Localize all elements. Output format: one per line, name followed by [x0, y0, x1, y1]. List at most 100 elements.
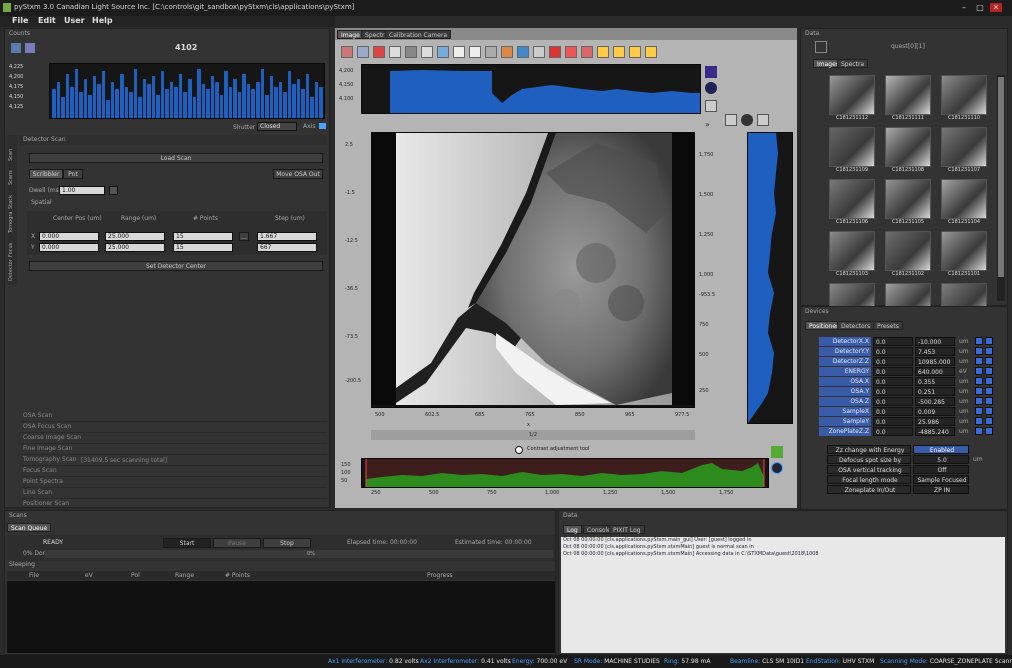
link-button[interactable]: …: [239, 232, 249, 241]
device-stop-button[interactable]: [975, 347, 983, 355]
colormap-icon[interactable]: [705, 66, 717, 78]
toolbar-tool-icon[interactable]: [613, 46, 625, 58]
thumbnail-item[interactable]: C181231103: [829, 231, 875, 281]
device-setpoint[interactable]: 0.0: [873, 407, 913, 416]
thumbnail-image[interactable]: [941, 231, 987, 271]
set-detector-center-button[interactable]: Set Detector Center: [29, 261, 323, 271]
device-setpoint[interactable]: 0.0: [873, 337, 913, 346]
thumbnail-image[interactable]: [941, 75, 987, 115]
thumbnail-item[interactable]: C181231102: [885, 231, 931, 281]
toolbar-tool-icon[interactable]: [405, 46, 417, 58]
toolbar-tool-icon[interactable]: [597, 46, 609, 58]
log-textarea[interactable]: Oct 08 00:00:00 [cls.applications.pyStxm…: [561, 537, 1005, 653]
pnt-button[interactable]: Pnt: [63, 169, 83, 179]
tab-image[interactable]: Image: [337, 30, 364, 39]
hist-tool-icon[interactable]: [771, 446, 783, 458]
device-details-button[interactable]: [985, 377, 993, 385]
device-setpoint[interactable]: 0.0: [873, 357, 913, 366]
toolbar-tool-icon[interactable]: [501, 46, 513, 58]
device-stop-button[interactable]: [975, 337, 983, 345]
doc-icon[interactable]: [705, 100, 717, 112]
dwell-input[interactable]: 1.00: [59, 186, 105, 195]
thumbnail-item[interactable]: C181231109: [829, 127, 875, 177]
menu-file[interactable]: File: [12, 16, 28, 25]
device-stop-button[interactable]: [975, 387, 983, 395]
stop-button[interactable]: Stop: [263, 538, 311, 548]
thumbnail-item[interactable]: C181231108: [885, 127, 931, 177]
contrast-icon[interactable]: [705, 82, 717, 94]
device-stop-button[interactable]: [975, 377, 983, 385]
thumbnail-item[interactable]: C181231107: [941, 127, 987, 177]
setting-value[interactable]: Sample Focused: [913, 475, 969, 484]
move-osa-out-button[interactable]: Move OSA Out: [273, 169, 323, 179]
hist-contrast-icon[interactable]: [771, 462, 783, 474]
thumbnail-item[interactable]: C181231106: [829, 179, 875, 229]
side-tab-tomography[interactable]: Tomography: [8, 211, 16, 233]
thumbnail-image[interactable]: [829, 75, 875, 115]
scan-list-item[interactable]: Line Scan: [21, 488, 327, 499]
device-setpoint[interactable]: 0.0: [873, 367, 913, 376]
scan-list-item[interactable]: Tomography Scan: [21, 455, 327, 466]
step-x-input[interactable]: 1.667: [257, 232, 317, 241]
record-icon[interactable]: [25, 43, 35, 53]
menu-user[interactable]: User: [64, 16, 85, 25]
setting-value[interactable]: 5.0: [913, 455, 969, 464]
side-tab-scans[interactable]: Scans: [8, 163, 16, 185]
thumbnail-item[interactable]: C181231112: [829, 75, 875, 125]
step-y-input[interactable]: 667: [257, 243, 317, 252]
toolbar-tool-icon[interactable]: [357, 46, 369, 58]
thumbnail-image[interactable]: [885, 179, 931, 219]
device-details-button[interactable]: [985, 387, 993, 395]
toolbar-tool-icon[interactable]: [453, 46, 465, 58]
thumbnail-image[interactable]: [885, 75, 931, 115]
tab-scan-queue[interactable]: Scan Queue: [7, 523, 52, 532]
device-stop-button[interactable]: [975, 397, 983, 405]
scan-list-item[interactable]: Coarse Image Scan: [21, 433, 327, 444]
close-button[interactable]: ✕: [990, 3, 1002, 12]
device-setpoint[interactable]: 0.0: [873, 427, 913, 436]
toolbar-tool-icon[interactable]: [373, 46, 385, 58]
thumbnail-item[interactable]: C181231111: [885, 75, 931, 125]
gradient-icon[interactable]: [741, 114, 753, 126]
thumbnail-image[interactable]: [829, 231, 875, 271]
device-details-button[interactable]: [985, 407, 993, 415]
device-stop-button[interactable]: [975, 417, 983, 425]
thumbnail-item[interactable]: C181231110: [941, 75, 987, 125]
thumbnail-image[interactable]: [829, 127, 875, 167]
side-tab-focus[interactable]: Focus: [8, 235, 16, 257]
save-icon[interactable]: [757, 114, 769, 126]
points-x-input[interactable]: 15: [173, 232, 233, 241]
thumbnail-item[interactable]: C181231104: [941, 179, 987, 229]
menu-help[interactable]: Help: [92, 16, 113, 25]
toolbar-tool-icon[interactable]: [517, 46, 529, 58]
pause-button[interactable]: Pause: [213, 538, 261, 548]
toolbar-tool-icon[interactable]: [389, 46, 401, 58]
side-tab-scan[interactable]: Scan: [8, 139, 16, 161]
device-details-button[interactable]: [985, 347, 993, 355]
tab-detectors[interactable]: Detectors: [837, 321, 875, 330]
scan-list-item[interactable]: Point Spectra: [21, 477, 327, 488]
center-x-input[interactable]: 0.000: [39, 232, 99, 241]
thumbnail-image[interactable]: [941, 127, 987, 167]
device-stop-button[interactable]: [975, 367, 983, 375]
toolbar-tool-icon[interactable]: [629, 46, 641, 58]
toolbar-tool-icon[interactable]: [533, 46, 545, 58]
scan-list-item[interactable]: Positioner Scan: [21, 499, 327, 510]
maximize-button[interactable]: □: [974, 3, 986, 12]
setting-value[interactable]: Off: [913, 465, 969, 474]
minimize-button[interactable]: –: [958, 3, 970, 12]
thumbnail-image[interactable]: [885, 231, 931, 271]
toolbar-tool-icon[interactable]: [341, 46, 353, 58]
dwell-spin[interactable]: [109, 186, 118, 195]
tab-presets[interactable]: Presets: [873, 321, 903, 330]
folder-icon[interactable]: [815, 41, 827, 53]
toolbar-tool-icon[interactable]: [565, 46, 577, 58]
device-details-button[interactable]: [985, 367, 993, 375]
points-y-input[interactable]: 15: [173, 243, 233, 252]
device-setpoint[interactable]: 0.0: [873, 347, 913, 356]
thumb-scrollbar[interactable]: [997, 75, 1005, 301]
device-setpoint[interactable]: 0.0: [873, 377, 913, 386]
toolbar-tool-icon[interactable]: [485, 46, 497, 58]
device-setpoint[interactable]: 0.0: [873, 387, 913, 396]
device-details-button[interactable]: [985, 417, 993, 425]
